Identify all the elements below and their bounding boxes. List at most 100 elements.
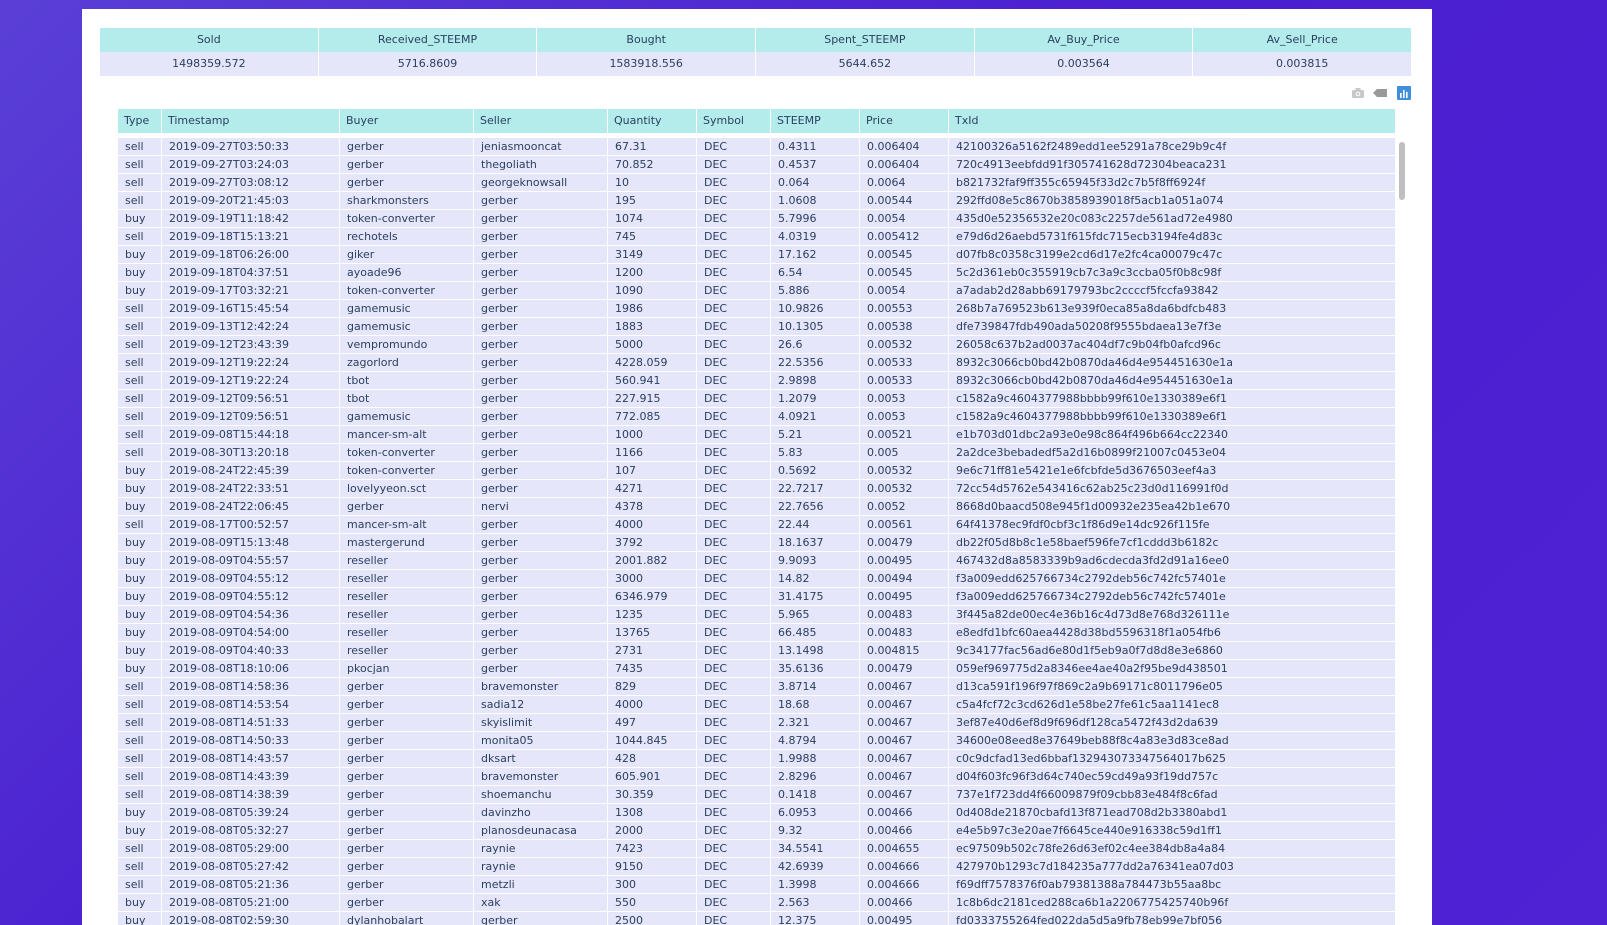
cell-txid: 8668d0baacd508e945f1d00932e235ea42b1e670 xyxy=(949,498,1396,515)
cell-type: sell xyxy=(118,156,162,173)
eraser-button[interactable] xyxy=(1373,86,1388,101)
cell-type: sell xyxy=(118,714,162,731)
cell-price: 0.00544 xyxy=(860,192,949,209)
cell-txid: 737e1f723dd4f66009879f09cbb83e484f8c6fad xyxy=(949,786,1396,803)
cell-price: 0.00467 xyxy=(860,714,949,731)
summary-table: Sold Received_STEEMP Bought Spent_STEEMP… xyxy=(100,28,1413,76)
cell-symbol: DEC xyxy=(697,210,771,227)
cell-timestamp: 2019-08-24T22:06:45 xyxy=(162,498,340,515)
cell-txid: d07fb8c0358c3199e2cd6d17e2fc4ca00079c47c xyxy=(949,246,1396,263)
cell-buyer: lovelyyeon.sct xyxy=(340,480,474,497)
cell-quantity: 3000 xyxy=(608,570,697,587)
cell-timestamp: 2019-08-08T05:29:00 xyxy=(162,840,340,857)
cell-quantity: 1235 xyxy=(608,606,697,623)
cell-quantity: 13765 xyxy=(608,624,697,641)
plotly-logo-button[interactable] xyxy=(1396,86,1411,101)
cell-steemp: 4.0921 xyxy=(771,408,860,425)
cell-symbol: DEC xyxy=(697,534,771,551)
table-row: buy 2019-09-18T06:26:00 giker gerber 3149 DEC… xyxy=(118,246,1396,264)
cell-symbol: DEC xyxy=(697,138,771,155)
cell-seller: gerber xyxy=(474,552,608,569)
cell-symbol: DEC xyxy=(697,822,771,839)
cell-quantity: 497 xyxy=(608,714,697,731)
table-row: sell 2019-08-17T00:52:57 mancer-sm-alt gerb… xyxy=(118,516,1396,534)
cell-price: 0.00553 xyxy=(860,300,949,317)
cell-steemp: 26.6 xyxy=(771,336,860,353)
summary-value-bought: 1583918.556 xyxy=(537,52,757,76)
table-row: buy 2019-08-08T02:59:30 dylanhobalart gerbe… xyxy=(118,912,1396,925)
table-row: sell 2019-09-27T03:24:03 gerber thegoliath 7… xyxy=(118,156,1396,174)
table-row: sell 2019-08-08T14:43:57 gerber dksart 428 DE… xyxy=(118,750,1396,768)
cell-symbol: DEC xyxy=(697,372,771,389)
cell-symbol: DEC xyxy=(697,480,771,497)
table-row: sell 2019-08-08T14:53:54 gerber sadia12 4000… xyxy=(118,696,1396,714)
cell-price: 0.00495 xyxy=(860,588,949,605)
cell-buyer: tbot xyxy=(340,390,474,407)
cell-price: 0.0052 xyxy=(860,498,949,515)
cell-steemp: 10.1305 xyxy=(771,318,860,335)
header-buyer: Buyer xyxy=(340,109,474,133)
cell-seller: bravemonster xyxy=(474,678,608,695)
table-scrollbar[interactable] xyxy=(1399,142,1405,200)
cell-seller: nervi xyxy=(474,498,608,515)
cell-buyer: gerber xyxy=(340,876,474,893)
cell-price: 0.00467 xyxy=(860,768,949,785)
cell-quantity: 107 xyxy=(608,462,697,479)
cell-quantity: 772.085 xyxy=(608,408,697,425)
cell-buyer: reseller xyxy=(340,642,474,659)
cell-steemp: 22.5356 xyxy=(771,354,860,371)
cell-steemp: 6.0953 xyxy=(771,804,860,821)
cell-buyer: gamemusic xyxy=(340,318,474,335)
cell-txid: ec97509b502c78fe26d63ef02c4ee384db8a4a84 xyxy=(949,840,1396,857)
header-type: Type xyxy=(118,109,162,133)
header-txid: TxId xyxy=(949,109,1396,133)
cell-steemp: 22.7217 xyxy=(771,480,860,497)
table-row: sell 2019-08-08T05:21:36 gerber metzli 300 DE… xyxy=(118,876,1396,894)
cell-symbol: DEC xyxy=(697,318,771,335)
cell-timestamp: 2019-08-30T13:20:18 xyxy=(162,444,340,461)
cell-type: sell xyxy=(118,372,162,389)
cell-symbol: DEC xyxy=(697,444,771,461)
cell-seller: gerber xyxy=(474,588,608,605)
cell-symbol: DEC xyxy=(697,786,771,803)
cell-timestamp: 2019-08-09T04:55:12 xyxy=(162,570,340,587)
cell-price: 0.00494 xyxy=(860,570,949,587)
table-row: buy 2019-08-09T04:54:36 reseller gerber 1235… xyxy=(118,606,1396,624)
cell-buyer: gerber xyxy=(340,768,474,785)
table-row: sell 2019-09-12T19:22:24 tbot gerber 560.941… xyxy=(118,372,1396,390)
cell-buyer: gerber xyxy=(340,732,474,749)
cell-steemp: 12.375 xyxy=(771,912,860,925)
cell-timestamp: 2019-08-08T05:21:00 xyxy=(162,894,340,911)
cell-seller: gerber xyxy=(474,318,608,335)
cell-timestamp: 2019-09-13T12:42:24 xyxy=(162,318,340,335)
cell-symbol: DEC xyxy=(697,894,771,911)
cell-type: sell xyxy=(118,750,162,767)
cell-symbol: DEC xyxy=(697,840,771,857)
cell-quantity: 1308 xyxy=(608,804,697,821)
cell-seller: gerber xyxy=(474,408,608,425)
cell-timestamp: 2019-09-18T15:13:21 xyxy=(162,228,340,245)
cell-quantity: 9150 xyxy=(608,858,697,875)
cell-seller: gerber xyxy=(474,336,608,353)
summary-header-spent-steemp: Spent_STEEMP xyxy=(756,28,975,52)
cell-buyer: dylanhobalart xyxy=(340,912,474,925)
cell-seller: georgeknowsall xyxy=(474,174,608,191)
cell-buyer: gerber xyxy=(340,894,474,911)
cell-price: 0.00467 xyxy=(860,786,949,803)
cell-timestamp: 2019-09-19T11:18:42 xyxy=(162,210,340,227)
cell-timestamp: 2019-08-09T04:55:12 xyxy=(162,588,340,605)
download-plot-button[interactable] xyxy=(1350,86,1365,101)
summary-header-received-steemp: Received_STEEMP xyxy=(318,28,538,52)
cell-buyer: mancer-sm-alt xyxy=(340,426,474,443)
cell-steemp: 13.1498 xyxy=(771,642,860,659)
cell-timestamp: 2019-09-27T03:24:03 xyxy=(162,156,340,173)
cell-buyer: gerber xyxy=(340,696,474,713)
cell-timestamp: 2019-08-09T15:13:48 xyxy=(162,534,340,551)
cell-seller: skyislimit xyxy=(474,714,608,731)
summary-values-row: 1498359.572 5716.8609 1583918.556 5644.6… xyxy=(100,52,1413,76)
cell-type: sell xyxy=(118,786,162,803)
cell-price: 0.00467 xyxy=(860,732,949,749)
cell-txid: 0d408de21870cbafd13f871ead708d2b3380abd1 xyxy=(949,804,1396,821)
cell-price: 0.00533 xyxy=(860,354,949,371)
cell-txid: c1582a9c4604377988bbbb99f610e1330389e6f1 xyxy=(949,408,1396,425)
